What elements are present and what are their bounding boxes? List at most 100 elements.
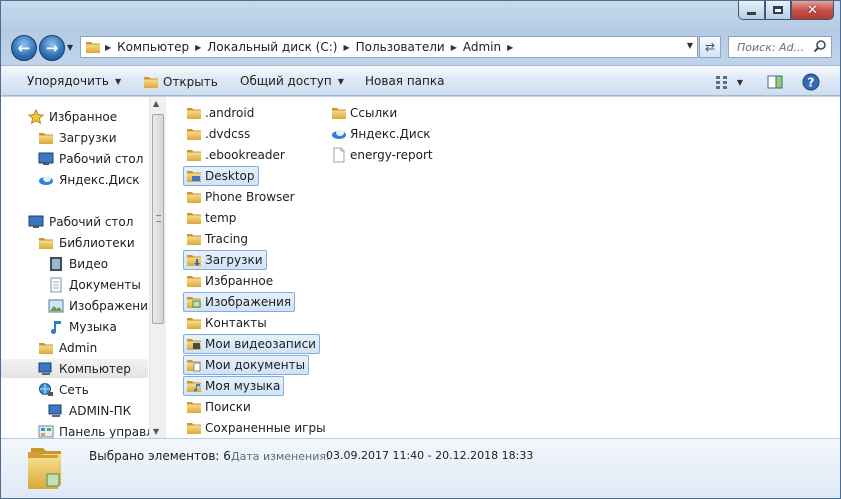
file-item-images[interactable]: Изображения bbox=[183, 292, 296, 312]
view-options-button[interactable]: ▼ bbox=[709, 71, 749, 93]
nav-label: Компьютер bbox=[59, 361, 131, 376]
breadcrumb-local-disk[interactable]: Локальный диск (C:) bbox=[203, 40, 341, 54]
user-folder-icon bbox=[38, 340, 54, 356]
computer-icon bbox=[38, 362, 52, 375]
nav-desktop-favorite[interactable]: Рабочий стол bbox=[38, 149, 143, 168]
close-button[interactable]: ✕ bbox=[791, 1, 834, 20]
file-name: Мои документы bbox=[205, 358, 306, 372]
nav-downloads[interactable]: Загрузки bbox=[38, 128, 117, 147]
help-button[interactable]: ? bbox=[800, 71, 822, 93]
file-item-tracing[interactable]: Tracing bbox=[183, 229, 252, 249]
nav-label: Изображения bbox=[69, 298, 149, 313]
file-item-energy-report[interactable]: energy-report bbox=[328, 145, 437, 165]
preview-pane-icon bbox=[767, 75, 783, 89]
file-item-dvdcss[interactable]: .dvdcss bbox=[183, 124, 254, 144]
nav-computer[interactable]: Компьютер bbox=[1, 359, 148, 378]
file-item-searches[interactable]: Поиски bbox=[183, 397, 255, 417]
file-name: .android bbox=[205, 106, 255, 120]
favorites-folder-icon bbox=[186, 273, 202, 289]
nav-label: Admin bbox=[59, 340, 98, 355]
forward-button[interactable]: → bbox=[39, 35, 65, 61]
downloads-folder-icon bbox=[38, 130, 54, 146]
nav-video[interactable]: Видео bbox=[48, 254, 108, 273]
open-label: Открыть bbox=[163, 75, 218, 89]
scroll-down-icon[interactable]: ▼ bbox=[153, 427, 159, 436]
grip-icon bbox=[156, 215, 161, 222]
nav-control-panel[interactable]: Панель управле bbox=[38, 422, 149, 438]
nav-favorites[interactable]: Избранное bbox=[28, 107, 117, 126]
selected-count: Выбрано элементов: 6 bbox=[89, 449, 231, 463]
control-panel-icon bbox=[38, 425, 54, 437]
back-button[interactable]: ← bbox=[11, 35, 37, 61]
address-bar[interactable]: ▶ Компьютер ▶ Локальный диск (C:) ▶ Поль… bbox=[80, 36, 698, 58]
scroll-up-icon[interactable]: ▲ bbox=[153, 99, 159, 108]
desktop-icon bbox=[28, 215, 44, 228]
file-item-desktop[interactable]: Desktop bbox=[183, 166, 259, 186]
nav-pane-scrollbar[interactable]: ▲ ▼ bbox=[149, 97, 166, 438]
date-modified-label: Дата изменения: bbox=[231, 450, 330, 463]
chevron-right-icon[interactable]: ▶ bbox=[103, 43, 113, 52]
file-item-my-videos[interactable]: Мои видеозаписи bbox=[183, 334, 320, 354]
file-name: Сохраненные игры bbox=[205, 421, 326, 435]
nav-desktop[interactable]: Рабочий стол bbox=[28, 212, 133, 231]
file-name: Изображения bbox=[205, 295, 292, 309]
explorer-window: ✕ ← → ▼ ▶ Компьютер ▶ Локальный диск (C:… bbox=[0, 0, 841, 499]
file-name: Desktop bbox=[205, 169, 255, 183]
nav-documents[interactable]: Документы bbox=[48, 275, 141, 294]
file-item-saved-games[interactable]: Сохраненные игры bbox=[183, 418, 330, 438]
refresh-button[interactable]: ⇄ bbox=[699, 36, 721, 58]
file-item-links[interactable]: Ссылки bbox=[328, 103, 401, 123]
file-item-downloads[interactable]: Загрузки bbox=[183, 250, 267, 270]
file-name: temp bbox=[205, 211, 237, 225]
chevron-right-icon[interactable]: ▶ bbox=[505, 43, 515, 52]
minimize-icon bbox=[747, 11, 756, 15]
chevron-down-icon: ▼ bbox=[736, 77, 744, 87]
folder-icon bbox=[85, 39, 101, 55]
nav-libraries[interactable]: Библиотеки bbox=[38, 233, 135, 252]
videos-folder-icon bbox=[186, 336, 202, 352]
file-item-temp[interactable]: temp bbox=[183, 208, 240, 228]
file-item-my-documents[interactable]: Мои документы bbox=[183, 355, 310, 375]
chevron-right-icon[interactable]: ▶ bbox=[341, 43, 351, 52]
search-input[interactable]: Поиск: Ad... bbox=[728, 36, 832, 58]
new-folder-button[interactable]: Новая папка bbox=[365, 74, 444, 88]
nav-yandex-disk[interactable]: Яндекс.Диск bbox=[38, 170, 140, 189]
breadcrumb-admin[interactable]: Admin bbox=[459, 40, 505, 54]
nav-admin[interactable]: Admin bbox=[38, 338, 97, 357]
file-item-yandex-disk[interactable]: Яндекс.Диск bbox=[328, 124, 435, 144]
folder-icon bbox=[186, 105, 202, 121]
breadcrumb-users[interactable]: Пользователи bbox=[352, 40, 449, 54]
minimize-button[interactable] bbox=[738, 1, 765, 20]
nav-music[interactable]: Музыка bbox=[48, 317, 117, 336]
search-icon[interactable] bbox=[813, 39, 827, 53]
arrow-right-icon: → bbox=[45, 39, 59, 57]
open-button[interactable]: Открыть bbox=[143, 74, 218, 90]
recent-pages-dropdown[interactable]: ▼ bbox=[67, 43, 73, 52]
nav-network[interactable]: Сеть bbox=[38, 380, 89, 399]
nav-images[interactable]: Изображения bbox=[48, 296, 149, 315]
breadcrumb-computer[interactable]: Компьютер bbox=[113, 40, 193, 54]
nav-admin-pc[interactable]: ADMIN-ПК bbox=[48, 401, 131, 420]
folder-icon bbox=[186, 189, 202, 205]
scrollbar-thumb[interactable] bbox=[152, 114, 164, 324]
chevron-right-icon[interactable]: ▶ bbox=[449, 43, 459, 52]
share-button[interactable]: Общий доступ ▼ bbox=[240, 74, 344, 88]
file-item-ebookreader[interactable]: .ebookreader bbox=[183, 145, 289, 165]
folder-icon bbox=[186, 231, 202, 247]
details-pane: Выбрано элементов: 6 Дата изменения: 03.… bbox=[1, 438, 840, 498]
file-item-android[interactable]: .android bbox=[183, 103, 258, 123]
chevron-right-icon[interactable]: ▶ bbox=[193, 43, 203, 52]
contacts-folder-icon bbox=[186, 315, 202, 331]
file-item-favorites[interactable]: Избранное bbox=[183, 271, 277, 291]
organize-button[interactable]: Упорядочить ▼ bbox=[27, 74, 121, 88]
address-dropdown-icon[interactable]: ▼ bbox=[687, 41, 693, 50]
maximize-button[interactable] bbox=[765, 1, 791, 20]
nav-label: Видео bbox=[69, 256, 109, 271]
folder-icon bbox=[186, 147, 202, 163]
file-item-phone-browser[interactable]: Phone Browser bbox=[183, 187, 299, 207]
file-item-my-music[interactable]: Моя музыка bbox=[183, 376, 285, 396]
file-item-contacts[interactable]: Контакты bbox=[183, 313, 271, 333]
nav-label: Избранное bbox=[49, 109, 118, 124]
organize-label: Упорядочить bbox=[27, 74, 109, 88]
preview-pane-button[interactable] bbox=[764, 71, 786, 93]
